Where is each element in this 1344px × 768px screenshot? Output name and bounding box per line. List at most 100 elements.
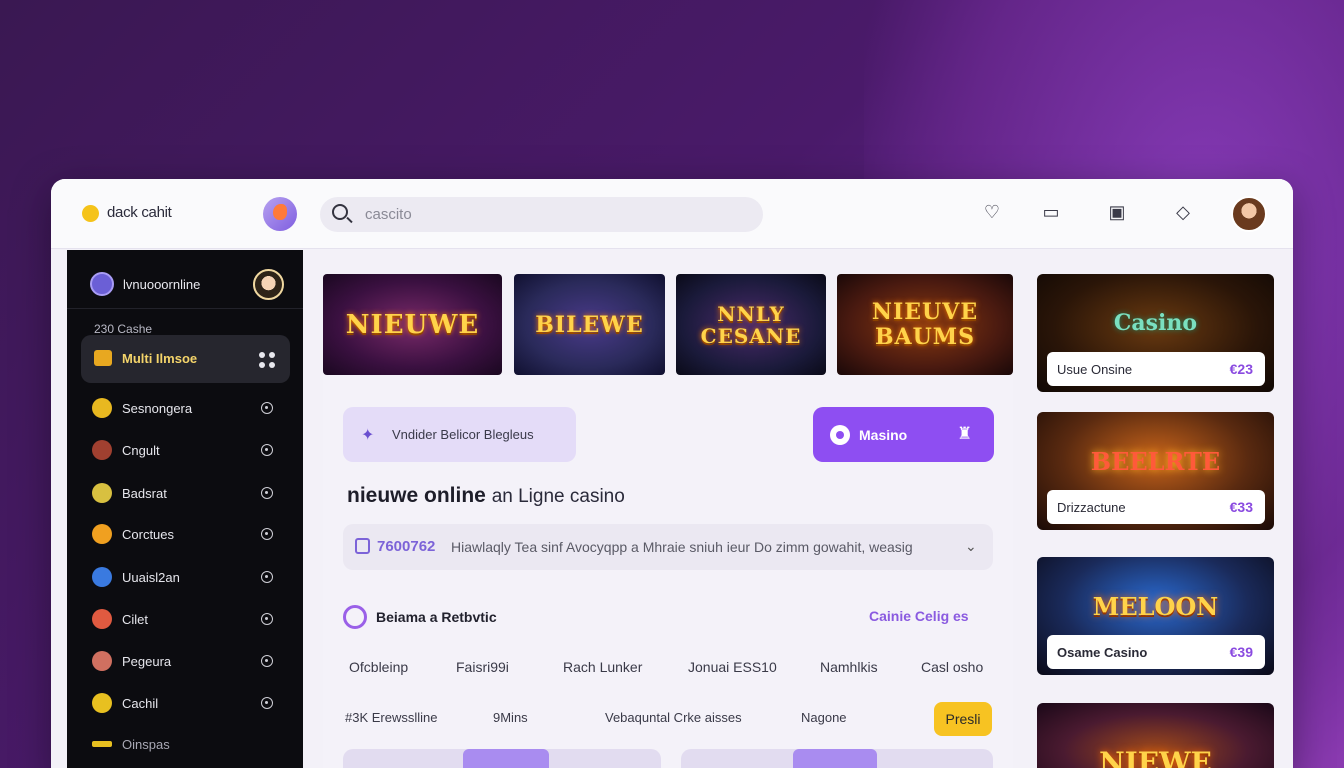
category-icon [92,651,112,671]
casino-button-label: Masino [859,427,908,443]
app-window: dack cahit ♡ ▭ ▣ ◇ lvnuooornline 230 Cas… [51,179,1293,768]
featured-game-info: Osame Casino €39 [1047,635,1265,669]
sidebar-item[interactable]: Pegeura [81,643,290,679]
sidebar-item-label: Cilet [122,612,149,627]
sidebar-item-active[interactable]: Multi Ilmsoe [81,335,290,383]
chevron-icon [261,571,273,583]
game-card[interactable] [343,749,661,768]
category-icon [92,524,112,544]
filter-tag[interactable]: Vebaquntal Crke aisses [605,710,742,725]
featured-game-name: Osame Casino [1057,645,1148,660]
sidebar-item-label: Multi Ilmsoe [122,351,198,366]
sidebar-item-label: Cngult [122,443,160,458]
page-title: nieuwe online an Ligne casino [347,484,625,508]
brand-name[interactable]: dack cahit [107,204,172,221]
sidebar-item[interactable]: Sesnongera [81,390,290,426]
featured-game-title: Casino [1113,310,1198,336]
document-icon [355,538,370,554]
sidebar-item-label: Sesnongera [122,401,193,416]
featured-game-price: €23 [1229,361,1253,377]
notification-icon[interactable]: ◇ [1172,201,1194,223]
category-icon [92,398,112,418]
page-title-rest: an Ligne casino [491,486,625,507]
sparkle-icon: ✦ [361,427,375,444]
slots-icon [94,350,112,366]
user-icon [90,272,114,296]
sidebar-item[interactable]: Cilet [81,601,290,637]
grid-icon[interactable] [259,352,275,368]
info-text: Hiawlaqly Tea sinf Avocyqpp a Mhraie sni… [451,539,913,555]
category-icon [92,609,112,629]
sidebar-item[interactable]: Uuaisl2an [81,559,290,595]
wallet-icon[interactable]: ▭ [1040,201,1062,223]
sidebar-item-label: Uuaisl2an [122,570,180,585]
featured-game-info: Drizzactune €33 [1047,490,1265,524]
filter-tag[interactable]: Nagone [801,710,847,725]
user-avatar[interactable] [1231,196,1267,232]
featured-game-title: NIEWE [1099,746,1212,768]
info-number: 7600762 [377,538,436,555]
chevron-icon [261,444,273,456]
filter-tab[interactable]: Casl osho [921,659,983,675]
filter-tab[interactable]: Jonuai ESS10 [688,659,777,675]
section-title: Beiama a Retbvtic [376,609,497,625]
section-icon [343,605,367,629]
featured-game-card[interactable]: NIEWE [1037,703,1274,768]
sidebar-item[interactable]: Badsrat [81,475,290,511]
sidebar-item[interactable]: Cngult [81,432,290,468]
chevron-icon [261,487,273,499]
chevron-icon [261,655,273,667]
sidebar-item-label: Badsrat [122,486,167,501]
category-icon [92,741,112,747]
promo-chip[interactable]: ✦ Vndider Belicor Blegleus [343,407,576,462]
sidebar-avatar[interactable] [253,269,284,300]
game-card[interactable] [681,749,993,768]
info-bar[interactable]: 7600762 Hiawlaqly Tea sinf Avocyqpp a Mh… [343,524,993,570]
sidebar-item[interactable]: Oinspas [81,726,290,762]
sidebar: lvnuooornline 230 Cashe Multi Ilmsoe Ses… [67,250,303,768]
category-icon [92,483,112,503]
castle-icon: ♜ [957,424,973,443]
featured-game-card[interactable]: BEELRTE Drizzactune €33 [1037,412,1274,530]
brand-logo-icon[interactable] [82,205,99,222]
chevron-icon [261,402,273,414]
media-icon[interactable]: ▣ [1106,201,1128,223]
chevron-icon [261,697,273,709]
category-icon [92,693,112,713]
promo-chip-label: Vndider Belicor Blegleus [392,427,534,442]
search-icon [332,204,348,220]
preset-button[interactable]: Presli [934,702,992,736]
featured-game-title: BEELRTE [1090,446,1221,476]
filter-tab[interactable]: Faisri99i [456,659,509,675]
page-title-bold: nieuwe online [347,484,486,507]
filter-tab[interactable]: Namhlkis [820,659,878,675]
featured-game-art: NIEWE [1037,703,1274,768]
casino-button[interactable]: Masino ♜ [813,407,994,462]
sidebar-item[interactable]: Corctues [81,516,290,552]
featured-game-price: €33 [1229,499,1253,515]
chevron-down-icon[interactable]: ⌄ [965,538,977,555]
sidebar-section-label: 230 Cashe [94,322,153,336]
sidebar-item-label: Pegeura [122,654,172,669]
featured-game-name: Drizzactune [1057,500,1126,515]
favorites-icon[interactable]: ♡ [981,201,1003,223]
featured-game-name: Usue Onsine [1057,362,1133,377]
sidebar-divider [67,308,303,309]
sidebar-item-label: Cachil [122,696,159,711]
section-link[interactable]: Cainie Celig es [869,608,969,624]
play-icon [830,425,850,445]
featured-game-card[interactable]: Casino Usue Onsine €23 [1037,274,1274,392]
top-bar: dack cahit ♡ ▭ ▣ ◇ [51,179,1293,249]
filter-tag[interactable]: 9Mins [493,710,528,725]
sidebar-item[interactable]: Cachil [81,685,290,721]
sidebar-user-name[interactable]: lvnuooornline [123,277,200,292]
featured-game-card[interactable]: MELOON Osame Casino €39 [1037,557,1274,675]
search-input[interactable] [320,197,763,232]
chevron-icon [261,613,273,625]
app-logo-icon[interactable] [263,197,297,231]
filter-tab[interactable]: Ofcbleinp [349,659,408,675]
category-icon [92,567,112,587]
filter-tab[interactable]: Rach Lunker [563,659,642,675]
filter-tag[interactable]: #3K Erewsslline [345,710,438,725]
main-body: ✦ Vndider Belicor Blegleus Masino ♜ nieu… [323,274,1013,768]
